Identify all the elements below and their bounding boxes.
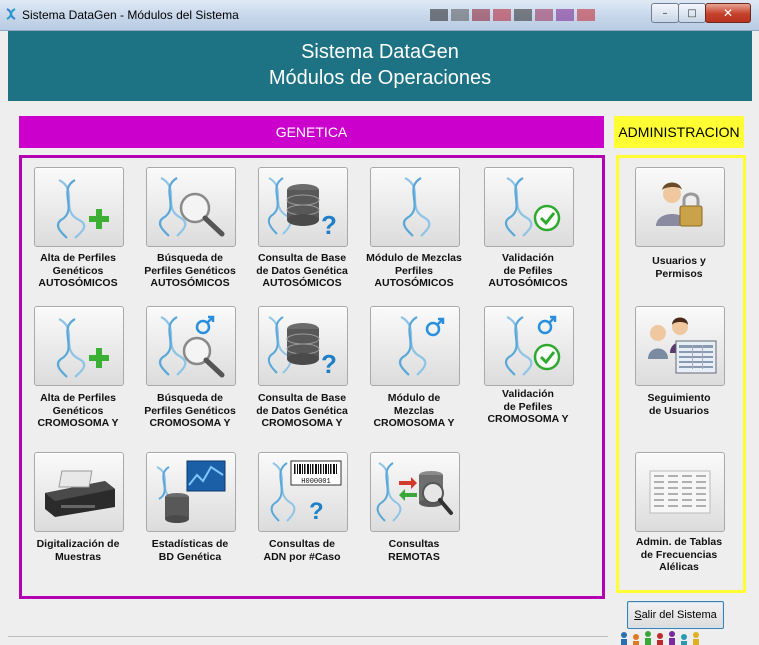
tile-mezclas-cromosoma-y[interactable] <box>370 306 460 386</box>
label-busqueda-autosomicos: Búsqueda de Perfiles Genéticos AUTOSÓMIC… <box>144 252 236 289</box>
close-icon: ✕ <box>722 6 734 20</box>
header-title: Sistema DataGen <box>301 41 459 63</box>
label-tablas-frecuencias: Admin. de Tablas de Frecuencias Alélicas <box>635 536 723 573</box>
user-lock-icon <box>656 182 703 227</box>
tile-tablas-frecuencias[interactable] <box>635 452 725 532</box>
dna-male-icon <box>398 316 445 376</box>
label-consultas-remotas: Consultas REMOTAS <box>388 538 440 563</box>
app-header: Sistema DataGen Módulos de Operaciones <box>8 31 752 101</box>
exit-button-label: alir del Sistema <box>641 609 717 621</box>
svg-text:?: ? <box>321 349 337 379</box>
section-admin-header: ADMINISTRACION <box>614 116 744 148</box>
dna-check-male-icon <box>504 315 561 376</box>
svg-text:?: ? <box>309 498 324 525</box>
tile-alta-cromosoma-y[interactable] <box>34 306 124 386</box>
label-busqueda-cromosoma-y: Búsqueda de Perfiles Genéticos CROMOSOMA… <box>144 392 236 429</box>
window-titlebar[interactable]: Sistema DataGen - Módulos del Sistema – … <box>0 0 759 31</box>
section-genetica-header: GENETICA <box>19 116 604 148</box>
label-consultas-adn-caso: Consultas de ADN por #Caso <box>263 538 341 563</box>
svg-text:?: ? <box>321 210 337 240</box>
close-button[interactable]: ✕ <box>705 3 751 23</box>
tile-seguimiento-usuarios[interactable] <box>635 306 725 386</box>
users-monitor-icon <box>648 317 717 374</box>
tile-consulta-cromosoma-y[interactable]: ? <box>258 306 348 386</box>
label-validacion-autosomicos: Validación de Pefiles AUTOSÓMICOS <box>488 252 568 289</box>
dna-search-icon <box>158 177 225 237</box>
label-consulta-cromosoma-y: Consulta de Base de Datos Genética CROMO… <box>256 392 348 429</box>
exit-button-accelerator: S <box>634 609 642 621</box>
dna-plus-icon <box>56 318 109 378</box>
label-mezclas-autosomicos: Módulo de Mezclas Perfiles AUTOSÓMICOS <box>366 252 462 289</box>
tile-busqueda-cromosoma-y[interactable] <box>146 306 236 386</box>
people-group-logo-icon <box>621 631 699 645</box>
label-validacion-cromosoma-y: Validación de Pefiles CROMOSOMA Y <box>487 388 569 425</box>
tile-estadisticas[interactable] <box>146 452 236 532</box>
header-subtitle: Módulos de Operaciones <box>268 67 492 89</box>
tile-validacion-cromosoma-y[interactable] <box>484 306 574 386</box>
maximize-button[interactable]: □ <box>678 3 706 23</box>
remote-database-icon <box>376 462 453 522</box>
scanner-icon <box>45 470 115 517</box>
label-consulta-autosomicos: Consulta de Base de Datos Genética AUTOS… <box>256 252 348 289</box>
minimize-icon: – <box>662 7 668 19</box>
tile-consultas-remotas[interactable] <box>370 452 460 532</box>
label-seguimiento-usuarios: Seguimiento de Usuarios <box>647 392 711 417</box>
tile-consultas-adn-caso[interactable]: H000001 ? <box>258 452 348 532</box>
maximize-icon: □ <box>687 7 697 19</box>
tile-validacion-autosomicos[interactable] <box>484 167 574 247</box>
label-digitalizacion: Digitalización de Muestras <box>36 538 120 563</box>
dna-check-icon <box>504 177 561 237</box>
tile-busqueda-autosomicos[interactable] <box>146 167 236 247</box>
footer-divider <box>8 636 608 637</box>
label-usuarios-permisos: Usuarios y Permisos <box>652 255 706 280</box>
tile-digitalizacion[interactable] <box>34 452 124 532</box>
tile-alta-autosomicos[interactable] <box>34 167 124 247</box>
frequency-table-icon <box>649 470 711 514</box>
tile-usuarios-permisos[interactable] <box>635 167 725 247</box>
titlebar-blur-decoration <box>430 9 595 21</box>
label-mezclas-cromosoma-y: Módulo de Mezclas CROMOSOMA Y <box>373 392 455 429</box>
barcode-text: H000001 <box>301 478 330 486</box>
label-alta-cromosoma-y: Alta de Perfiles Genéticos CROMOSOMA Y <box>37 392 119 429</box>
label-estadisticas: Estadísticas de BD Genética <box>151 538 229 563</box>
dna-mixture-icon <box>402 177 431 237</box>
tile-consulta-autosomicos[interactable]: ? <box>258 167 348 247</box>
dna-database-icon: ? <box>267 316 337 379</box>
label-alta-autosomicos: Alta de Perfiles Genéticos AUTOSÓMICOS <box>38 252 118 289</box>
dna-search-male-icon <box>158 315 225 378</box>
dna-plus-icon <box>56 179 109 239</box>
stats-database-icon <box>156 460 226 523</box>
tile-mezclas-autosomicos[interactable] <box>370 167 460 247</box>
window-title: Sistema DataGen - Módulos del Sistema <box>22 8 239 22</box>
dna-database-icon: ? <box>267 177 337 240</box>
minimize-button[interactable]: – <box>651 3 679 23</box>
exit-button[interactable]: Salir del Sistema <box>627 601 724 629</box>
barcode-dna-icon: H000001 ? <box>270 460 342 525</box>
app-icon <box>6 8 16 20</box>
